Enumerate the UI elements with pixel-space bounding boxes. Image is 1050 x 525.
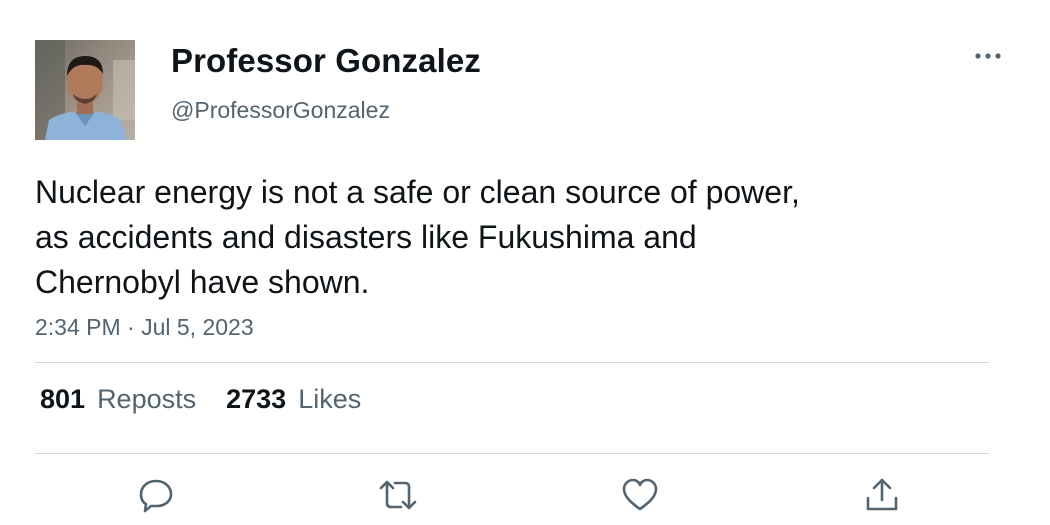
share-upload-icon (866, 478, 898, 511)
reposts-count: 801 (40, 384, 86, 414)
likes-count: 2733 (226, 384, 287, 414)
likes-stat[interactable]: 2733 Likes (226, 384, 361, 415)
tweet-timestamp[interactable]: 2:34 PM · Jul 5, 2023 (35, 314, 254, 341)
divider (35, 453, 989, 454)
tweet-text-line: Chernobyl have shown. (35, 264, 370, 300)
repost-button[interactable] (377, 474, 419, 516)
likes-label: Likes (298, 384, 362, 414)
tweet-text-line: Nuclear energy is not a safe or clean so… (35, 174, 800, 210)
tweet-text-line: as accidents and disasters like Fukushim… (35, 219, 697, 255)
author-display-name[interactable]: Professor Gonzalez (171, 42, 481, 80)
avatar[interactable] (35, 40, 135, 140)
more-options-icon[interactable] (968, 44, 1008, 68)
tweet-card: Professor Gonzalez @ProfessorGonzalez Nu… (0, 0, 1050, 525)
speech-bubble-icon (139, 479, 173, 513)
share-button[interactable] (861, 474, 903, 516)
reposts-stat[interactable]: 801 Reposts (40, 384, 196, 415)
author-handle[interactable]: @ProfessorGonzalez (171, 97, 390, 124)
reposts-label: Reposts (97, 384, 197, 414)
reply-button[interactable] (135, 474, 177, 516)
divider (35, 362, 989, 363)
like-button[interactable] (619, 474, 661, 516)
tweet-stats: 801 Reposts 2733 Likes (40, 384, 391, 415)
repost-arrows-icon (379, 480, 417, 510)
heart-icon (622, 478, 658, 511)
tweet-text: Nuclear energy is not a safe or clean so… (35, 170, 935, 305)
